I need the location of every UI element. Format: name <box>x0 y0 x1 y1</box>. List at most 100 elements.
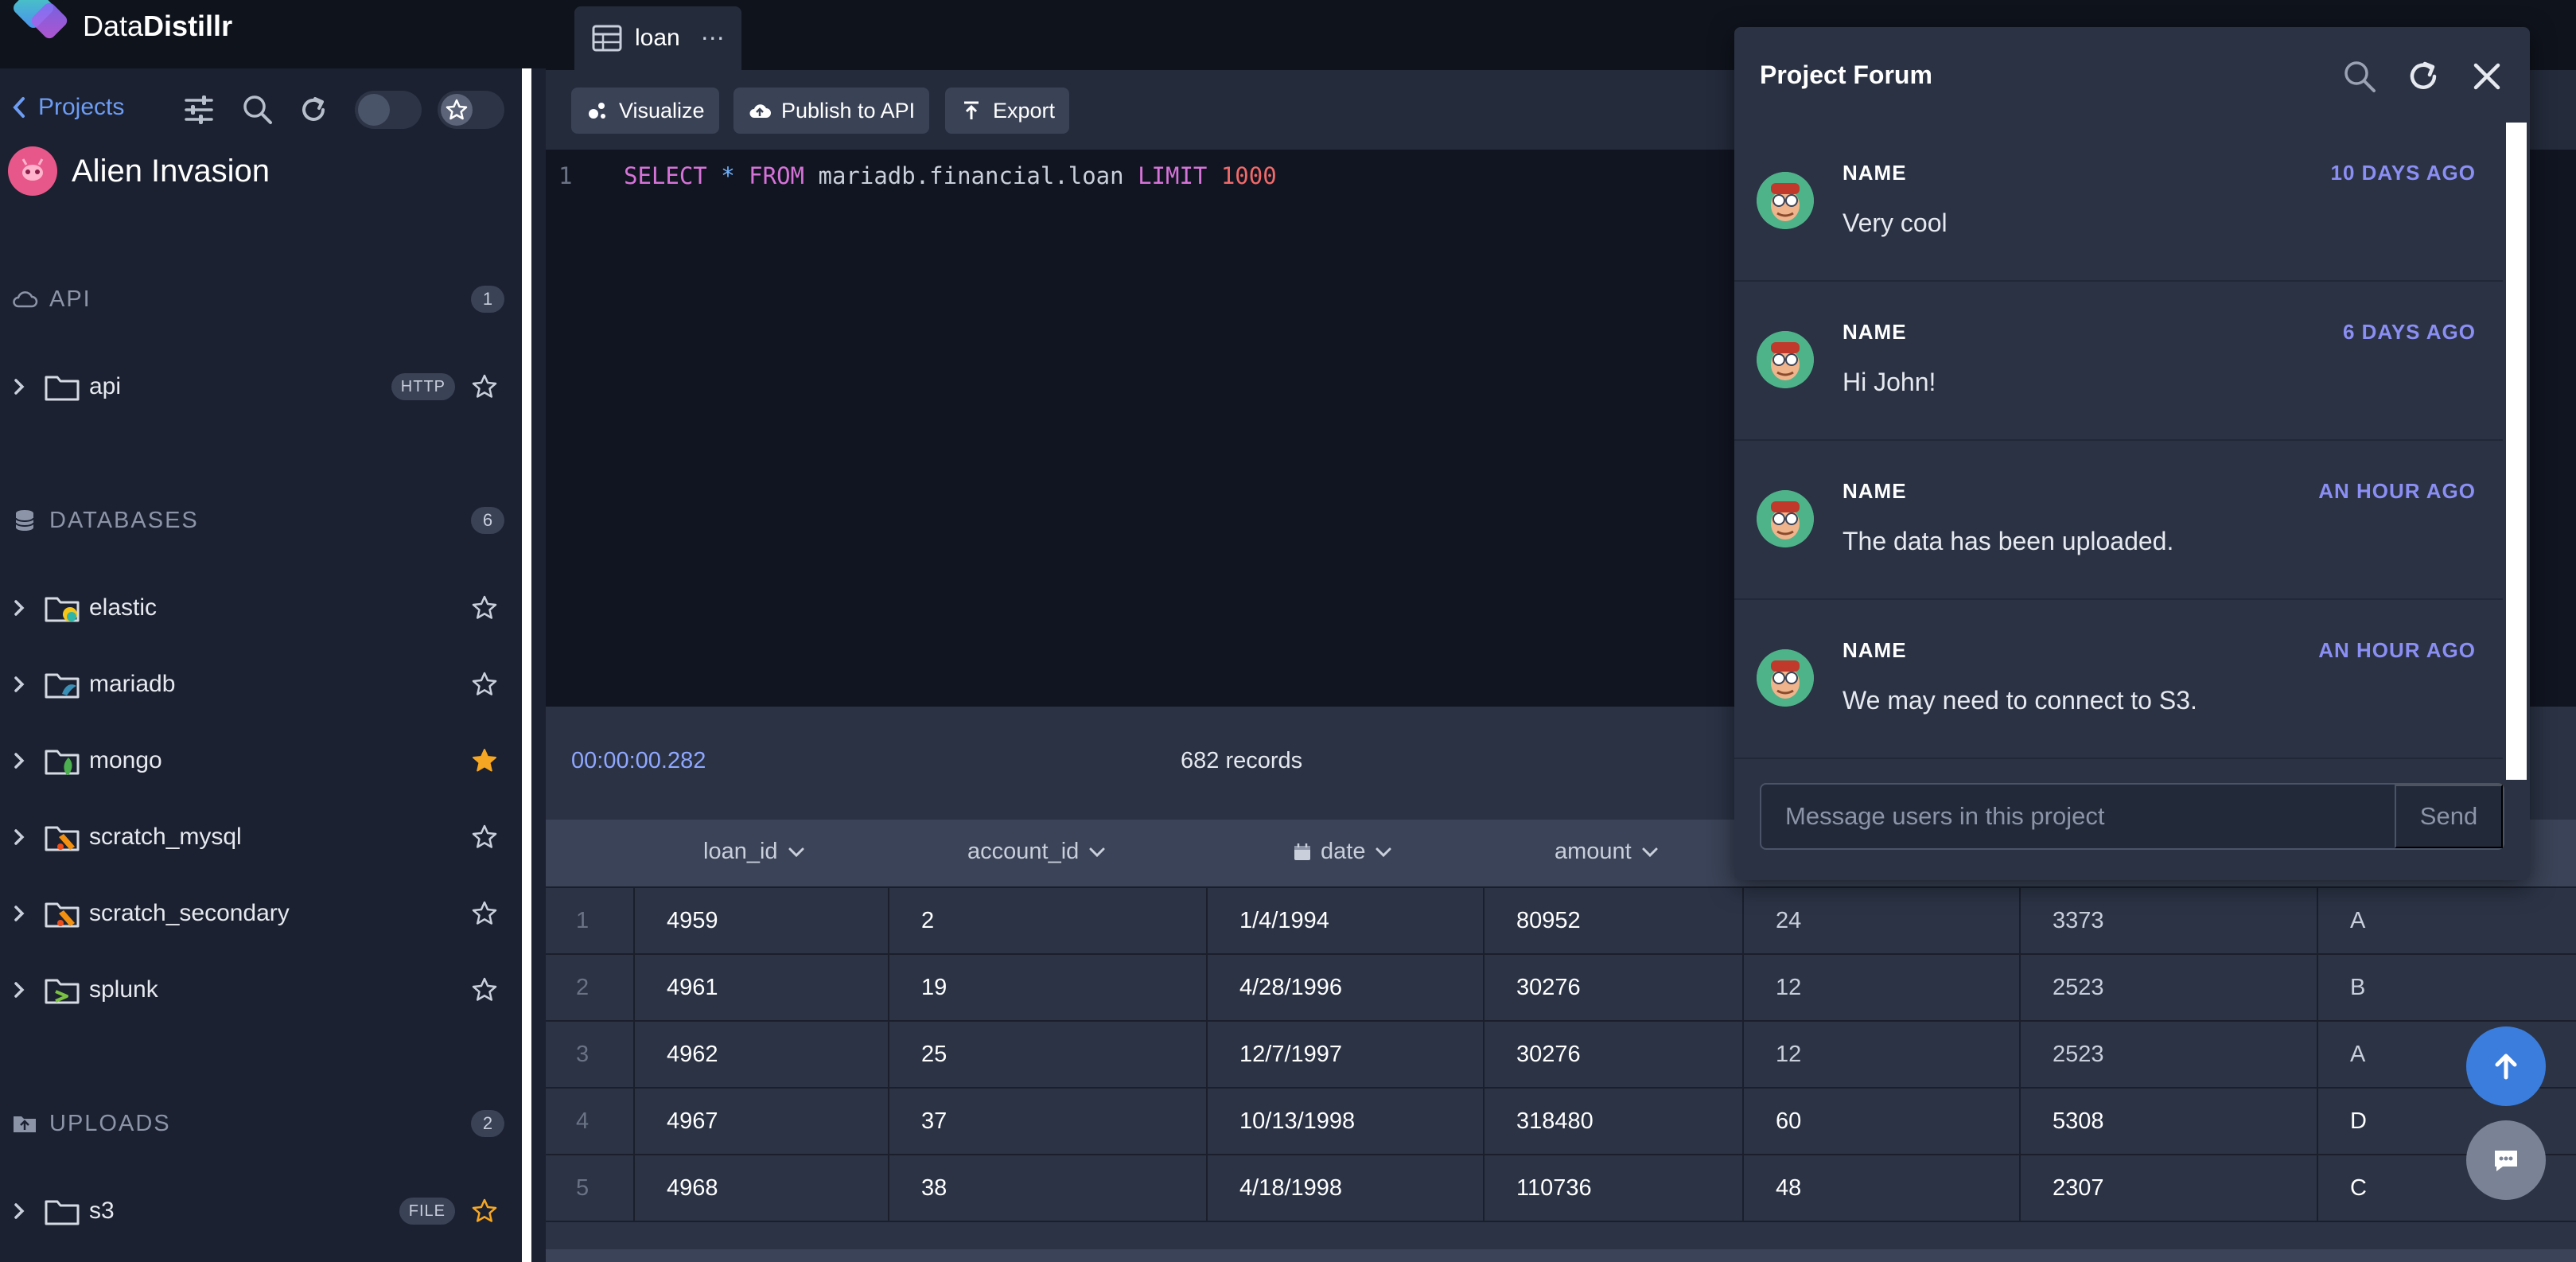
cell-duration[interactable]: 12 <box>1744 955 2021 1020</box>
cell-date[interactable]: 10/13/1998 <box>1208 1089 1485 1154</box>
projects-back-link[interactable]: Projects <box>11 94 124 121</box>
chevron-right-icon[interactable] <box>8 673 30 695</box>
chevron-down-icon[interactable] <box>1373 842 1394 863</box>
chevron-right-icon[interactable] <box>8 750 30 772</box>
chevron-right-icon[interactable] <box>8 902 30 925</box>
row-number: 2 <box>546 955 635 1020</box>
tree-item-mariadb[interactable]: mariadb <box>0 657 522 711</box>
section-uploads[interactable]: UPLOADS 2 <box>11 1106 504 1141</box>
cell-loan-id[interactable]: 4961 <box>635 955 889 1020</box>
cell-account-id[interactable]: 25 <box>889 1022 1208 1087</box>
post-author: NAME <box>1843 161 1907 185</box>
tree-item-splunk[interactable]: splunk <box>0 963 522 1017</box>
cell-loan-id[interactable]: 4968 <box>635 1155 889 1221</box>
table-row[interactable]: 2 4961 19 4/28/1996 30276 12 2523 B <box>546 953 2576 1020</box>
scroll-to-top-button[interactable] <box>2466 1026 2546 1106</box>
cell-duration[interactable]: 12 <box>1744 1022 2021 1087</box>
search-icon[interactable] <box>2341 57 2379 95</box>
cell-duration[interactable]: 60 <box>1744 1089 2021 1154</box>
tree-item-scratch-secondary[interactable]: scratch_secondary <box>0 886 522 941</box>
cell-payments[interactable]: 5308 <box>2021 1089 2318 1154</box>
table-row[interactable]: 4 4967 37 10/13/1998 318480 60 5308 D <box>546 1087 2576 1154</box>
mysql-folder-icon <box>45 902 80 928</box>
send-button[interactable]: Send <box>2395 785 2503 848</box>
tree-item-scratch-mysql[interactable]: scratch_mysql <box>0 810 522 864</box>
forum-header: Project Forum <box>1734 27 2530 123</box>
cell-amount[interactable]: 30276 <box>1485 1022 1744 1087</box>
publish-api-button[interactable]: Publish to API <box>733 88 930 134</box>
cell-loan-id[interactable]: 4962 <box>635 1022 889 1087</box>
star-icon[interactable] <box>469 822 500 852</box>
table-row[interactable]: 3 4962 25 12/7/1997 30276 12 2523 A <box>546 1020 2576 1087</box>
cell-payments[interactable]: 2523 <box>2021 955 2318 1020</box>
table-row[interactable]: 5 4968 38 4/18/1998 110736 48 2307 C <box>546 1154 2576 1221</box>
search-icon[interactable] <box>240 92 275 127</box>
tree-item-s3[interactable]: s3 FILE <box>0 1184 522 1238</box>
forum-scrollbar-thumb[interactable] <box>2506 123 2527 780</box>
cell-duration[interactable]: 48 <box>1744 1155 2021 1221</box>
chevron-right-icon[interactable] <box>8 597 30 619</box>
cell-amount[interactable]: 30276 <box>1485 955 1744 1020</box>
cell-date[interactable]: 12/7/1997 <box>1208 1022 1485 1087</box>
cell-duration[interactable]: 24 <box>1744 888 2021 953</box>
close-icon[interactable] <box>2468 57 2506 95</box>
chevron-right-icon[interactable] <box>8 826 30 848</box>
cell-loan-id[interactable]: 4967 <box>635 1089 889 1154</box>
message-input[interactable] <box>1761 785 2395 848</box>
cell-date[interactable]: 4/18/1998 <box>1208 1155 1485 1221</box>
tree-item-api[interactable]: api HTTP <box>0 360 522 414</box>
cell-account-id[interactable]: 2 <box>889 888 1208 953</box>
cell-account-id[interactable]: 37 <box>889 1089 1208 1154</box>
cell-payments[interactable]: 3373 <box>2021 888 2318 953</box>
star-icon[interactable] <box>469 975 500 1005</box>
star-filled-outline-icon[interactable] <box>469 1196 500 1226</box>
sql-code-line[interactable]: SELECT * FROM mariadb.financial.loan LIM… <box>624 162 1277 189</box>
sidebar-resize-handle[interactable] <box>522 68 531 1262</box>
table-row[interactable]: 1 4959 2 1/4/1994 80952 24 3373 A <box>546 886 2576 953</box>
cell-status[interactable]: A <box>2318 888 2576 953</box>
filter-sliders-icon[interactable] <box>181 92 216 127</box>
cell-loan-id[interactable]: 4959 <box>635 888 889 953</box>
star-filled-icon[interactable] <box>469 746 500 776</box>
section-api[interactable]: API 1 <box>11 282 504 317</box>
star-icon[interactable] <box>469 372 500 402</box>
star-icon[interactable] <box>469 593 500 623</box>
toggle-dark-mode[interactable] <box>355 91 422 129</box>
cell-date[interactable]: 1/4/1994 <box>1208 888 1485 953</box>
refresh-icon[interactable] <box>296 92 331 127</box>
chevron-right-icon[interactable] <box>8 376 30 398</box>
visualize-button[interactable]: Visualize <box>571 88 719 134</box>
cell-account-id[interactable]: 19 <box>889 955 1208 1020</box>
cell-account-id[interactable]: 38 <box>889 1155 1208 1221</box>
column-header-amount[interactable]: amount <box>1555 839 1660 865</box>
cell-amount[interactable]: 110736 <box>1485 1155 1744 1221</box>
export-button[interactable]: Export <box>945 88 1070 134</box>
cell-amount[interactable]: 318480 <box>1485 1089 1744 1154</box>
cell-payments[interactable]: 2307 <box>2021 1155 2318 1221</box>
star-icon[interactable] <box>469 898 500 929</box>
tab-loan[interactable]: loan ⋯ <box>574 6 741 70</box>
chat-toggle-button[interactable] <box>2466 1120 2546 1200</box>
chevron-down-icon[interactable] <box>1087 842 1107 863</box>
toggle-favorites[interactable] <box>438 91 504 129</box>
chevron-down-icon[interactable] <box>1640 842 1660 863</box>
tab-menu-button[interactable]: ⋯ <box>701 25 726 53</box>
chevron-down-icon[interactable] <box>786 842 807 863</box>
cell-status[interactable]: B <box>2318 955 2576 1020</box>
column-header-loan-id[interactable]: loan_id <box>703 839 807 865</box>
column-header-date[interactable]: date <box>1292 839 1394 865</box>
chevron-right-icon[interactable] <box>8 979 30 1001</box>
section-databases[interactable]: DATABASES 6 <box>11 503 504 538</box>
star-icon[interactable] <box>469 669 500 699</box>
tree-item-mongo[interactable]: mongo <box>0 734 522 788</box>
horizontal-scrollbar[interactable] <box>546 1249 2576 1262</box>
tree-item-elastic[interactable]: elastic <box>0 581 522 635</box>
chevron-right-icon[interactable] <box>8 1200 30 1222</box>
cell-amount[interactable]: 80952 <box>1485 888 1744 953</box>
refresh-icon[interactable] <box>2404 57 2442 95</box>
cell-date[interactable]: 4/28/1996 <box>1208 955 1485 1020</box>
toggle-knob <box>441 94 473 126</box>
forum-post-list: NAME 10 DAYS AGO Very cool NAME 6 DAYS A… <box>1734 123 2503 783</box>
cell-payments[interactable]: 2523 <box>2021 1022 2318 1087</box>
column-header-account-id[interactable]: account_id <box>967 839 1107 865</box>
